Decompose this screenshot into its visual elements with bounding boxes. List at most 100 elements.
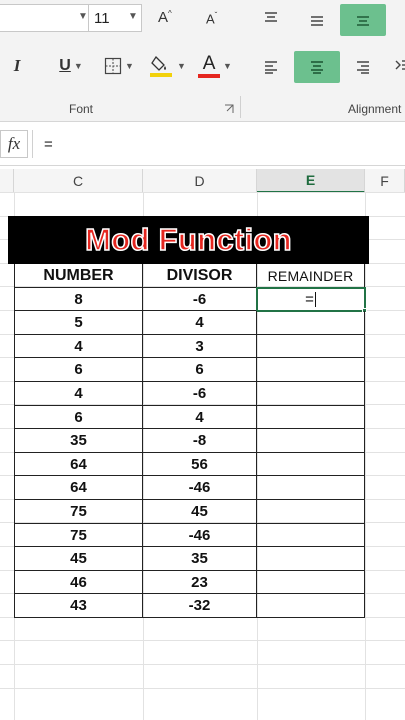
table-header-remainder[interactable]: REMAINDER: [257, 264, 365, 288]
gridline-horizontal: [0, 664, 405, 665]
title-banner: Mod Function: [8, 216, 369, 264]
table-cell-number[interactable]: 6: [14, 406, 143, 429]
align-right-button[interactable]: [340, 51, 386, 83]
table-cell-divisor[interactable]: -46: [143, 524, 257, 547]
chevron-down-icon[interactable]: ▼: [223, 61, 232, 71]
table-cell-divisor[interactable]: -32: [143, 594, 257, 618]
font-size-dropdown-icon[interactable]: ▼: [128, 11, 138, 22]
table-cell-remainder[interactable]: [257, 571, 365, 594]
column-header-e[interactable]: E: [257, 169, 365, 193]
table-cell-divisor[interactable]: 23: [143, 571, 257, 594]
align-left-button[interactable]: [248, 51, 294, 83]
table-cell-remainder[interactable]: [257, 406, 365, 429]
ribbon: ▼ 11 ▼ A^ Aˇ I U ▼ ▼ ▼ A ▼ Font Alignmen…: [0, 0, 405, 122]
align-center-button[interactable]: [294, 51, 340, 83]
table-cell-divisor[interactable]: 35: [143, 547, 257, 571]
font-color-label: A: [202, 52, 216, 74]
table-cell-divisor[interactable]: -8: [143, 429, 257, 453]
text-cursor: [314, 291, 316, 307]
alignment-group-label: Alignment: [348, 102, 402, 116]
table-cell-number[interactable]: 5: [14, 311, 143, 335]
table-cell-divisor[interactable]: 4: [143, 311, 257, 335]
column-header-f[interactable]: F: [365, 169, 405, 193]
table-header-divisor[interactable]: DIVISOR: [143, 264, 257, 288]
font-size-value[interactable]: 11: [94, 10, 110, 27]
chevron-down-icon[interactable]: ▼: [177, 61, 186, 71]
column-header-c[interactable]: C: [14, 169, 143, 193]
table-cell-divisor[interactable]: -6: [143, 382, 257, 406]
table-cell-number[interactable]: 43: [14, 594, 143, 618]
table-cell-number[interactable]: 6: [14, 358, 143, 382]
table-cell-number[interactable]: 4: [14, 382, 143, 406]
table-cell-number[interactable]: 64: [14, 476, 143, 500]
table-cell-remainder[interactable]: =: [256, 287, 366, 312]
table-cell-number[interactable]: 35: [14, 429, 143, 453]
table-header-number[interactable]: NUMBER: [14, 264, 143, 288]
table-cell-divisor[interactable]: 45: [143, 500, 257, 524]
decrease-font-size-button[interactable]: Aˇ: [206, 11, 217, 26]
paint-bucket-icon: [150, 55, 173, 77]
align-middle-button[interactable]: [294, 4, 340, 36]
table-cell-number[interactable]: 75: [14, 524, 143, 547]
fill-color-button[interactable]: ▼: [148, 52, 186, 80]
table-cell-divisor[interactable]: -6: [143, 288, 257, 311]
table-cell-remainder[interactable]: [257, 453, 365, 476]
table-cell-remainder[interactable]: [257, 429, 365, 453]
italic-button[interactable]: I: [6, 54, 28, 78]
font-name-dropdown-icon[interactable]: ▼: [78, 11, 88, 22]
table-cell-divisor[interactable]: 3: [143, 335, 257, 358]
table-cell-remainder[interactable]: [257, 311, 365, 335]
gridline-horizontal: [0, 192, 405, 193]
formula-bar: fx =: [0, 122, 405, 166]
insert-function-button[interactable]: fx: [0, 130, 28, 158]
table-cell-divisor[interactable]: 56: [143, 453, 257, 476]
align-right-icon: [357, 61, 369, 74]
font-size-box[interactable]: ▼ 11 ▼: [0, 4, 142, 32]
table-cell-remainder[interactable]: [257, 382, 365, 406]
table-cell-remainder[interactable]: [257, 476, 365, 500]
borders-icon: [104, 57, 122, 75]
table-cell-number[interactable]: 64: [14, 453, 143, 476]
table-cell-number[interactable]: 46: [14, 571, 143, 594]
table-cell-number[interactable]: 75: [14, 500, 143, 524]
align-middle-icon: [311, 16, 323, 26]
table-cell-divisor[interactable]: -46: [143, 476, 257, 500]
formula-input[interactable]: =: [34, 130, 405, 158]
align-center-icon: [311, 61, 323, 74]
align-bottom-icon: [357, 16, 369, 26]
underline-label: U: [59, 57, 71, 74]
table-cell-number[interactable]: 45: [14, 547, 143, 571]
underline-button[interactable]: U ▼: [54, 54, 88, 78]
table-cell-remainder[interactable]: [257, 547, 365, 571]
table-cell-divisor[interactable]: 4: [143, 406, 257, 429]
chevron-down-icon[interactable]: ▼: [74, 61, 83, 71]
column-header-d[interactable]: D: [143, 169, 257, 193]
font-box-divider: [88, 5, 89, 31]
font-color-swatch: [198, 73, 221, 78]
chevron-down-icon[interactable]: ▼: [125, 61, 134, 71]
align-top-icon: [265, 12, 277, 22]
gridline-vertical: [365, 192, 366, 720]
table-cell-remainder[interactable]: [257, 594, 365, 618]
row-header-strip: [0, 169, 14, 193]
table-cell-divisor[interactable]: 6: [143, 358, 257, 382]
table-cell-number[interactable]: 8: [14, 288, 143, 311]
align-top-button[interactable]: [248, 2, 294, 34]
align-left-icon: [265, 61, 277, 74]
gridline-horizontal: [0, 640, 405, 641]
table-cell-number[interactable]: 4: [14, 335, 143, 358]
table-cell-remainder[interactable]: [257, 358, 365, 382]
increase-font-size-button[interactable]: A^: [158, 9, 172, 26]
indent-icon: [395, 60, 405, 70]
table-cell-remainder[interactable]: [257, 524, 365, 547]
align-bottom-button[interactable]: [340, 4, 386, 36]
formula-bar-divider: [32, 130, 33, 158]
dialog-launcher-icon[interactable]: [224, 104, 234, 114]
borders-button[interactable]: ▼: [102, 54, 136, 78]
ribbon-group-divider: [240, 96, 241, 118]
indent-button[interactable]: [394, 58, 405, 76]
font-color-button[interactable]: A ▼: [196, 52, 234, 80]
active-cell-input[interactable]: =: [305, 291, 314, 308]
table-cell-remainder[interactable]: [257, 500, 365, 524]
table-cell-remainder[interactable]: [257, 335, 365, 358]
